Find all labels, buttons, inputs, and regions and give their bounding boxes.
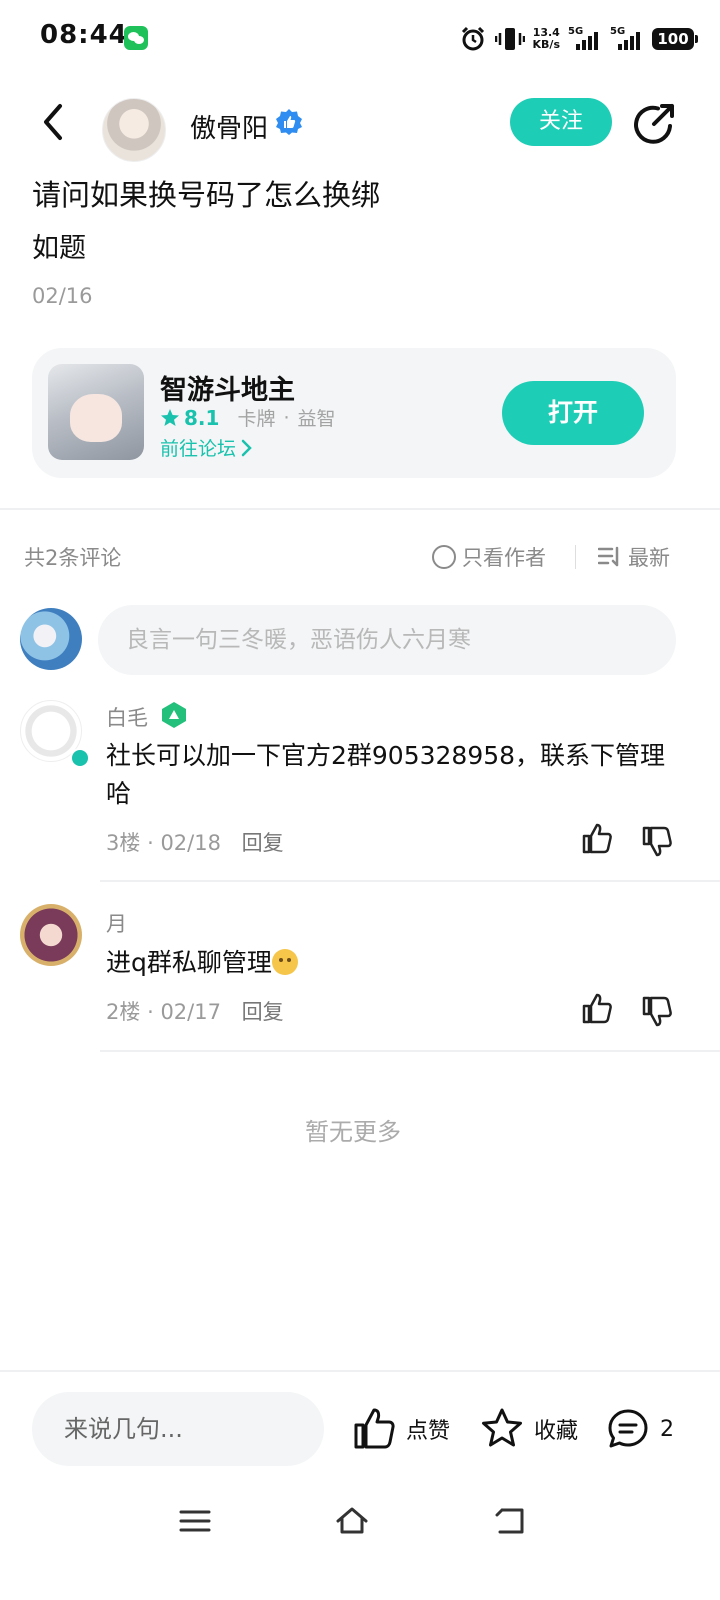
separator (575, 545, 576, 569)
like-button[interactable]: 点赞 (352, 1404, 450, 1454)
no-more-label: 暂无更多 (305, 1118, 401, 1146)
system-nav-bar (0, 1496, 720, 1556)
favorite-label: 收藏 (534, 1419, 579, 1444)
comment-bubble-icon (608, 1409, 648, 1448)
star-icon (161, 408, 179, 426)
comment-text-content: 进q群私聊管理 (106, 948, 272, 977)
commenter-name[interactable]: 白毛 (106, 702, 148, 732)
author-name[interactable]: 傲骨阳 (190, 108, 268, 145)
meta-separator: · (147, 1000, 154, 1024)
game-rating: 8.1 (184, 405, 220, 430)
battery-icon: 100 (652, 28, 698, 50)
forum-link[interactable]: 前往论坛 (160, 434, 254, 461)
comment-count-button[interactable]: 2 (606, 1404, 674, 1454)
network-speed: 13.4 KB/s (532, 26, 560, 51)
open-game-button[interactable]: 打开 (502, 381, 644, 445)
author-only-label: 只看作者 (462, 546, 546, 570)
follow-button[interactable]: 关注 (510, 98, 612, 146)
game-tag: 卡牌 (237, 408, 276, 430)
forum-link-label: 前往论坛 (160, 438, 237, 460)
commenter-avatar[interactable] (20, 904, 82, 966)
sort-button[interactable]: 最新 (598, 542, 670, 572)
verified-check-icon (70, 748, 90, 768)
status-bar: 08:44 13.4 KB/s 5G 5G 100 (0, 0, 720, 76)
back-icon[interactable] (36, 102, 70, 142)
back-nav-icon[interactable] (494, 1504, 528, 1538)
sort-icon (598, 546, 619, 567)
post-body: 如题 (32, 233, 86, 264)
game-thumbnail (48, 364, 144, 460)
my-avatar (20, 608, 82, 670)
level-badge-icon (162, 702, 186, 728)
game-tag: 益智 (297, 408, 336, 430)
section-divider (0, 508, 720, 510)
menu-icon[interactable] (178, 1504, 212, 1538)
signal-icon-2: 5G (610, 26, 644, 52)
radio-icon (432, 545, 456, 569)
share-icon[interactable] (632, 102, 678, 146)
bottom-comment-input[interactable]: 来说几句... (32, 1392, 324, 1466)
star-outline-icon (482, 1408, 522, 1447)
dislike-icon[interactable] (640, 824, 674, 858)
status-icons: 13.4 KB/s 5G 5G 100 (459, 22, 698, 56)
comment-date: 02/18 (160, 831, 221, 855)
author-only-toggle[interactable]: 只看作者 (432, 542, 546, 572)
comment-floor: 3楼 (106, 831, 141, 855)
post-date: 02/16 (32, 284, 93, 308)
dislike-icon[interactable] (640, 994, 674, 1028)
vibrate-icon (494, 28, 525, 50)
comment-text: 社长可以加一下官方2群905328958，联系下管理哈 (106, 741, 666, 808)
like-label: 点赞 (406, 1419, 451, 1444)
favorite-button[interactable]: 收藏 (480, 1404, 578, 1454)
meta-separator: · (147, 831, 154, 855)
comments-count: 共2条评论 (24, 546, 122, 570)
comment-meta: 3楼 · 02/18 回复 (106, 827, 284, 857)
comment-divider (100, 880, 720, 882)
emoji-icon (271, 949, 298, 975)
comment-floor: 2楼 (106, 1000, 141, 1024)
comment-meta: 2楼 · 02/17 回复 (106, 996, 284, 1026)
game-meta: 8.1 卡牌 · 益智 (160, 404, 336, 431)
comment-count: 2 (660, 1416, 674, 1442)
sort-label: 最新 (628, 546, 670, 570)
like-icon[interactable] (580, 822, 614, 856)
comment-input[interactable]: 良言一句三冬暖，恶语伤人六月寒 (98, 605, 676, 675)
game-name: 智游斗地主 (160, 375, 295, 406)
verified-badge-icon (276, 109, 302, 135)
thumbs-up-icon (354, 1408, 395, 1449)
status-time: 08:44 (40, 20, 128, 50)
tag-separator: · (283, 406, 290, 429)
home-icon[interactable] (335, 1504, 369, 1538)
post-title: 请问如果换号码了怎么换绑 (32, 178, 381, 212)
wechat-notification-icon (124, 26, 148, 50)
comment-text: 进q群私聊管理 (106, 944, 676, 982)
author-avatar[interactable] (102, 98, 166, 162)
chevron-right-icon (241, 439, 252, 456)
reply-button[interactable]: 回复 (242, 1000, 284, 1024)
reply-button[interactable]: 回复 (242, 831, 284, 855)
like-icon[interactable] (580, 992, 614, 1026)
signal-icon: 5G (568, 26, 602, 52)
bottom-bar-divider (0, 1370, 720, 1372)
commenter-name[interactable]: 月 (106, 908, 127, 938)
comment-divider (100, 1050, 720, 1052)
comment-date: 02/17 (160, 1000, 221, 1024)
game-card[interactable]: 智游斗地主 8.1 卡牌 · 益智 前往论坛 打开 (32, 348, 676, 478)
alarm-icon (461, 26, 484, 51)
